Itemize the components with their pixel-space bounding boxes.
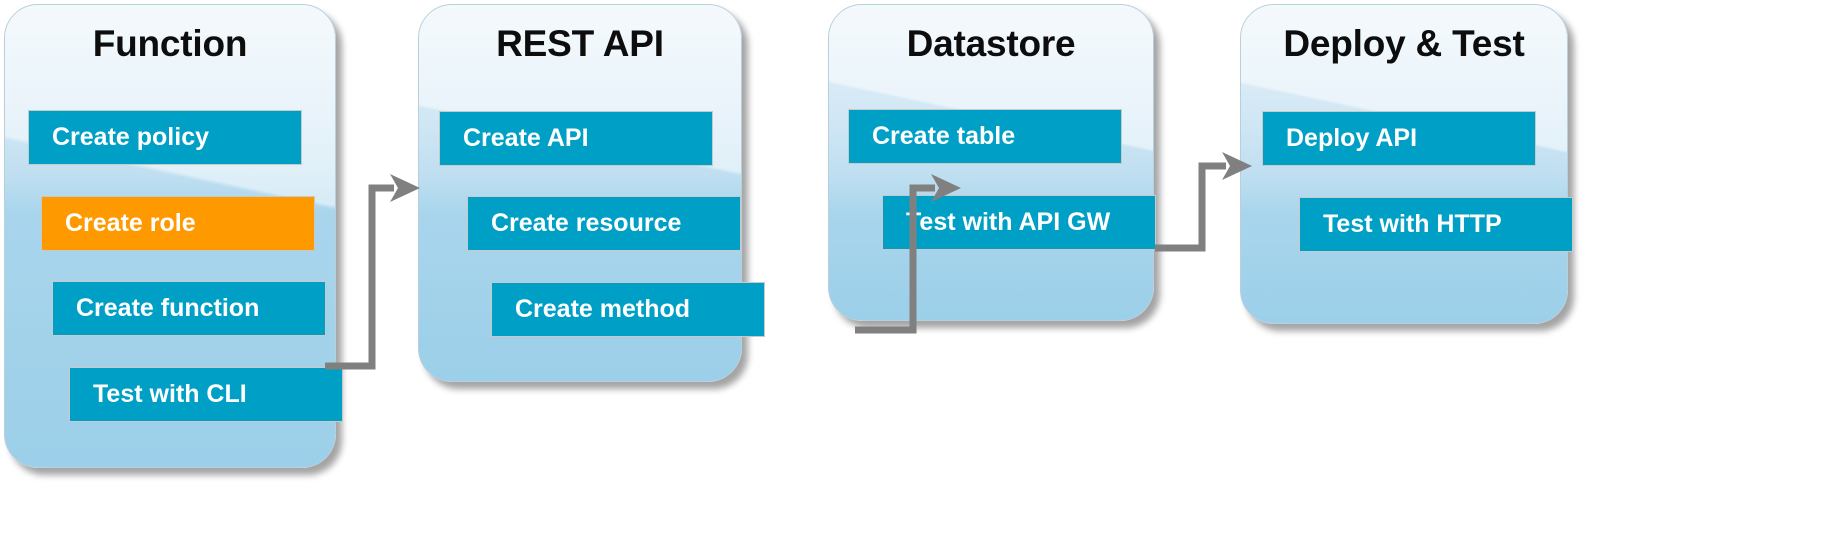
step-label: Create resource	[491, 209, 682, 237]
step-create-table[interactable]: Create table	[848, 109, 1122, 164]
step-create-method[interactable]: Create method	[491, 282, 765, 337]
step-label: Create API	[463, 124, 589, 152]
diagram-canvas: Function Create policy Create role Creat…	[0, 0, 1828, 550]
step-label: Create policy	[52, 123, 210, 151]
panel-title-datastore: Datastore	[906, 23, 1076, 64]
arrowhead-icon	[390, 174, 420, 202]
step-create-function[interactable]: Create function	[52, 281, 326, 336]
step-create-resource[interactable]: Create resource	[467, 196, 741, 251]
step-label: Create method	[515, 295, 691, 323]
panel-title-deploy-test: Deploy & Test	[1283, 23, 1525, 64]
step-label: Test with API GW	[906, 208, 1111, 236]
connector-path	[1155, 162, 1226, 252]
step-create-api[interactable]: Create API	[439, 111, 713, 166]
panel-title-rest-api: REST API	[496, 23, 664, 64]
step-label: Deploy API	[1286, 124, 1418, 152]
step-label: Create role	[65, 209, 196, 237]
step-create-role[interactable]: Create role	[41, 196, 315, 251]
step-create-policy[interactable]: Create policy	[28, 110, 302, 165]
panel-title-function: Function	[92, 23, 248, 64]
step-test-with-api-gw[interactable]: Test with API GW	[882, 195, 1156, 250]
step-test-with-cli[interactable]: Test with CLI	[69, 367, 343, 422]
step-label: Create table	[872, 122, 1016, 150]
step-test-with-http[interactable]: Test with HTTP	[1299, 197, 1573, 252]
step-label: Test with HTTP	[1323, 210, 1502, 238]
step-label: Create function	[76, 294, 260, 322]
step-label: Test with CLI	[93, 380, 247, 408]
step-deploy-api[interactable]: Deploy API	[1262, 111, 1536, 166]
